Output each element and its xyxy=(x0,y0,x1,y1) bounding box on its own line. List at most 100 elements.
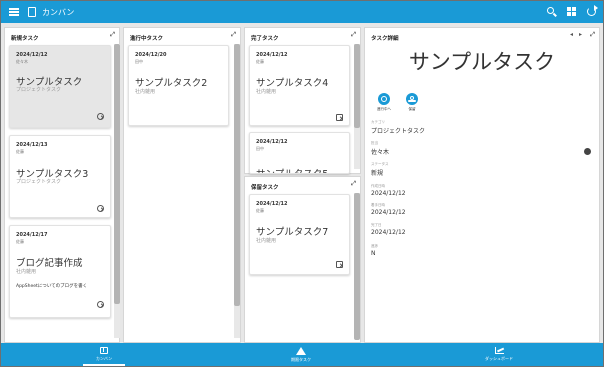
app-title: カンバン xyxy=(42,7,75,17)
column-new: 新規タスク ⤢ 2024/12/12 佐々木 サンプルタスク プロジェクトタスク… xyxy=(4,27,120,343)
field-label: 進捗 xyxy=(371,244,378,248)
warning-icon xyxy=(296,347,306,355)
move-button-icon[interactable] xyxy=(336,261,343,268)
column-done: 完了タスク ⤢ 2024/12/12 佐藤 サンプルタスク4 社内雑用 2024… xyxy=(244,27,361,174)
detail-panel: タスク詳細 ◂ ▸ ⤢ サンプルタスク 進行中へ 保留 カテゴリ プロジェクトタ… xyxy=(364,27,600,343)
bottom-nav: カンバン 期限タスク ダッシュボード xyxy=(1,343,603,366)
task-card[interactable]: 2024/12/12 佐々木 サンプルタスク プロジェクトタスク xyxy=(9,45,111,128)
move-button-icon[interactable] xyxy=(97,301,104,308)
column-new-header: 新規タスク ⤢ xyxy=(5,28,119,44)
field-label: カテゴリ xyxy=(371,120,385,124)
card-category: 社内雑用 xyxy=(135,89,156,95)
field-label: 着手日時 xyxy=(371,203,385,207)
task-card[interactable]: 2024/12/12 佐藤 サンプルタスク7 社内雑用 xyxy=(249,194,350,275)
action-in-progress-button[interactable]: 進行中へ xyxy=(373,93,395,112)
column-done-header: 完了タスク ⤢ xyxy=(245,28,360,44)
column-title: 進行中タスク xyxy=(130,36,164,42)
field-value: 2024/12/12 xyxy=(371,209,406,216)
active-indicator xyxy=(83,364,125,366)
edit-icon[interactable] xyxy=(336,114,343,121)
card-person: 佐藤 xyxy=(16,149,24,154)
detail-header-title: タスク詳細 xyxy=(371,36,399,42)
scrollbar[interactable] xyxy=(114,44,120,338)
card-date: 2024/12/12 xyxy=(256,52,288,58)
card-date: 2024/12/13 xyxy=(16,142,48,148)
column-title: 新規タスク xyxy=(11,36,39,42)
card-category: 社内雑用 xyxy=(256,89,277,95)
field-value: プロジェクトタスク xyxy=(371,128,426,135)
expand-icon[interactable]: ⤢ xyxy=(231,31,236,39)
card-date: 2024/12/12 xyxy=(256,139,288,145)
card-person: 佐々木 xyxy=(16,59,28,64)
expand-icon[interactable]: ⤢ xyxy=(351,31,356,39)
card-title: サンプルタスク7 xyxy=(256,227,329,238)
card-date: 2024/12/12 xyxy=(16,52,48,58)
field-value: 2024/12/12 xyxy=(371,190,406,197)
action-hold-button[interactable]: 保留 xyxy=(401,93,423,112)
card-category: プロジェクトタスク xyxy=(16,179,62,185)
action-label: 保留 xyxy=(408,107,416,111)
expand-icon[interactable]: ⤢ xyxy=(351,180,356,188)
kanban-board: 新規タスク ⤢ 2024/12/12 佐々木 サンプルタスク プロジェクトタスク… xyxy=(1,23,603,343)
card-title: サンプルタスク4 xyxy=(256,78,329,89)
expand-icon[interactable]: ⤢ xyxy=(110,31,115,39)
field-value: N xyxy=(371,250,376,257)
card-date: 2024/12/17 xyxy=(16,232,48,238)
card-person: 佐藤 xyxy=(256,59,264,64)
search-icon[interactable] xyxy=(547,7,557,17)
field-value: 新規 xyxy=(371,170,384,177)
task-card[interactable]: 2024/12/20 田中 サンプルタスク2 社内雑用 xyxy=(128,45,229,126)
card-title: サンプルタスク2 xyxy=(135,78,208,89)
card-person: 田中 xyxy=(256,146,264,151)
card-date: 2024/12/20 xyxy=(135,52,167,58)
card-category: プロジェクトタスク xyxy=(16,87,62,93)
kanban-icon xyxy=(100,347,108,354)
card-person: 佐藤 xyxy=(256,208,264,213)
scrollbar[interactable] xyxy=(354,44,360,169)
next-icon[interactable]: ▸ xyxy=(579,31,582,38)
nav-dashboard[interactable]: ダッシュボード xyxy=(481,343,517,366)
field-label: ステータス xyxy=(371,162,389,166)
card-person: 佐藤 xyxy=(16,239,24,244)
task-card[interactable]: 2024/12/13 佐藤 サンプルタスク3 プロジェクトタスク xyxy=(9,135,111,218)
field-label: 担当 xyxy=(371,141,378,145)
detail-header: タスク詳細 ◂ ▸ ⤢ xyxy=(365,28,599,44)
app-bar: カンバン xyxy=(1,1,603,23)
action-label: 進行中へ xyxy=(377,107,391,111)
refresh-icon[interactable] xyxy=(587,5,598,17)
column-in-progress-header: 進行中タスク ⤢ xyxy=(124,28,240,44)
task-card[interactable]: 2024/12/12 佐藤 サンプルタスク4 社内雑用 xyxy=(249,45,350,126)
card-title: サンプルタスク5 xyxy=(256,166,328,173)
column-in-progress: 進行中タスク ⤢ 2024/12/20 田中 サンプルタスク2 社内雑用 xyxy=(123,27,241,343)
pause-icon xyxy=(406,93,418,105)
card-date: 2024/12/12 xyxy=(256,201,288,207)
scrollbar[interactable] xyxy=(354,193,360,340)
nav-kanban[interactable]: カンバン xyxy=(83,343,125,366)
card-category: 社内雑用 xyxy=(256,238,277,244)
column-title: 保留タスク xyxy=(251,185,279,191)
task-card[interactable]: 2024/12/12 田中 サンプルタスク5 xyxy=(249,132,350,174)
nav-label: 期限タスク xyxy=(291,357,311,362)
card-title: ブログ記事作成 xyxy=(16,258,83,269)
grid-icon[interactable] xyxy=(567,7,577,17)
detail-title: サンプルタスク xyxy=(408,50,556,74)
nav-due-tasks[interactable]: 期限タスク xyxy=(286,343,316,366)
field-value: 2024/12/12 xyxy=(371,229,406,236)
column-hold: 保留タスク ⤢ 2024/12/12 佐藤 サンプルタスク7 社内雑用 xyxy=(244,176,361,343)
field-label: 完了日 xyxy=(371,223,382,227)
scrollbar[interactable] xyxy=(234,44,240,338)
menu-icon[interactable] xyxy=(9,8,19,16)
card-person: 田中 xyxy=(135,59,143,64)
move-button-icon[interactable] xyxy=(97,113,104,120)
card-description: AppSheetについてのブログを書く xyxy=(16,284,88,289)
move-button-icon[interactable] xyxy=(97,205,104,212)
document-icon xyxy=(28,7,36,17)
card-category: 社内雑用 xyxy=(16,269,37,275)
task-card[interactable]: 2024/12/17 佐藤 ブログ記事作成 社内雑用 AppSheetについての… xyxy=(9,225,111,318)
expand-icon[interactable]: ⤢ xyxy=(590,31,595,39)
prev-icon[interactable]: ◂ xyxy=(570,31,573,38)
column-hold-header: 保留タスク ⤢ xyxy=(245,177,360,193)
field-label: 作成日時 xyxy=(371,184,385,188)
nav-label: カンバン xyxy=(95,356,113,361)
chevron-right-icon[interactable] xyxy=(584,148,591,155)
